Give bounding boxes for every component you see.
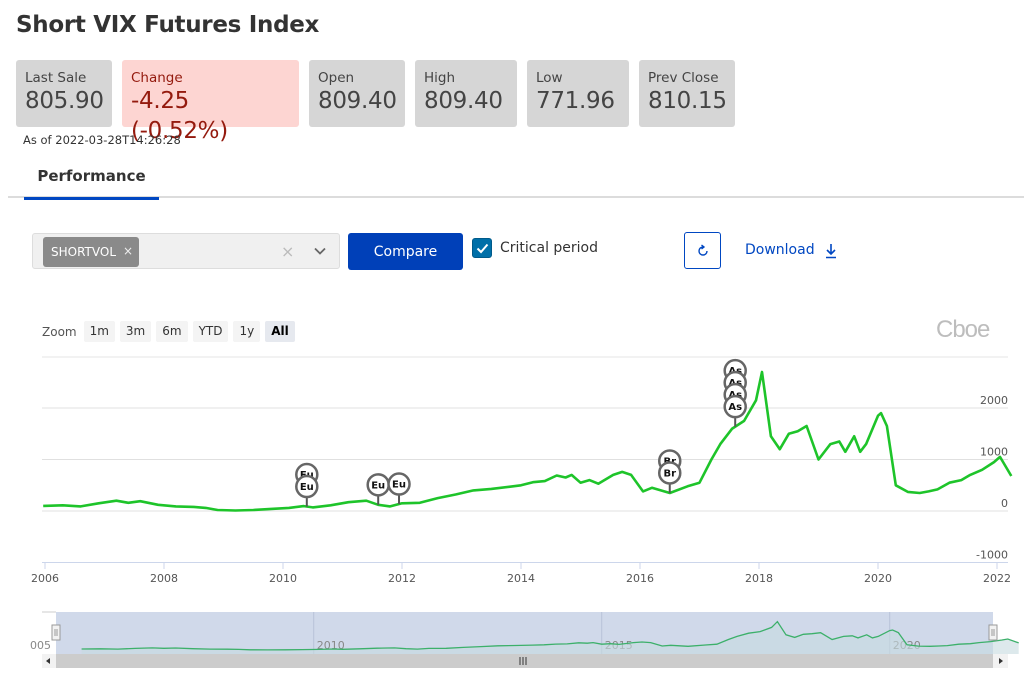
- navigator-left-handle[interactable]: [51, 624, 61, 641]
- navigator: 005201020152020: [30, 611, 1019, 668]
- flag-label: Eu: [392, 480, 406, 491]
- navigator-label: 005: [30, 639, 51, 652]
- series-layer: [43, 370, 1013, 512]
- x-axis: 2006 2008 2010 2012 2014 2016 2018 2020 2022: [31, 563, 1011, 585]
- x-tick-label: 2008: [150, 572, 178, 585]
- handle-grip: [51, 624, 61, 641]
- y-tick-label: 0: [1001, 497, 1008, 510]
- price-chart: -1000010002000 2006 2008 2010 2012 2014 2016 2…: [30, 356, 1019, 668]
- x-tick-label: 2018: [745, 572, 773, 585]
- event-flag-eu[interactable]: Eu: [387, 472, 411, 505]
- x-tick-label: 2012: [388, 572, 416, 585]
- y-tick-label: 2000: [980, 394, 1008, 407]
- flag-label: Eu: [300, 482, 314, 493]
- x-tick-label: 2014: [507, 572, 535, 585]
- grid-lines: [42, 356, 1008, 563]
- x-tick-label: 2006: [31, 572, 59, 585]
- event-flag-eu[interactable]: Eu: [366, 473, 390, 505]
- flag-label: As: [728, 402, 742, 413]
- x-tick-label: 2020: [864, 572, 892, 585]
- y-tick-label: -1000: [976, 549, 1008, 562]
- y-tick-label: 1000: [980, 446, 1008, 459]
- event-flag-as[interactable]: AsAsAsAs: [723, 358, 747, 427]
- event-flag-eu[interactable]: EuEu: [295, 462, 319, 507]
- y-axis-labels: -1000 0 1000 2000: [976, 394, 1008, 562]
- scrollbar-thumb[interactable]: [56, 654, 993, 668]
- x-tick-label: 2016: [626, 572, 654, 585]
- navigator-right-handle[interactable]: [988, 624, 998, 641]
- x-tick-label: 2022: [983, 572, 1011, 585]
- series-line-shortvol: [43, 370, 1013, 512]
- x-tick-label: 2010: [269, 572, 297, 585]
- event-flag-br[interactable]: BrBr: [658, 449, 682, 493]
- flag-label: Br: [663, 468, 676, 479]
- handle-grip: [988, 624, 998, 641]
- flag-label: Eu: [371, 480, 385, 491]
